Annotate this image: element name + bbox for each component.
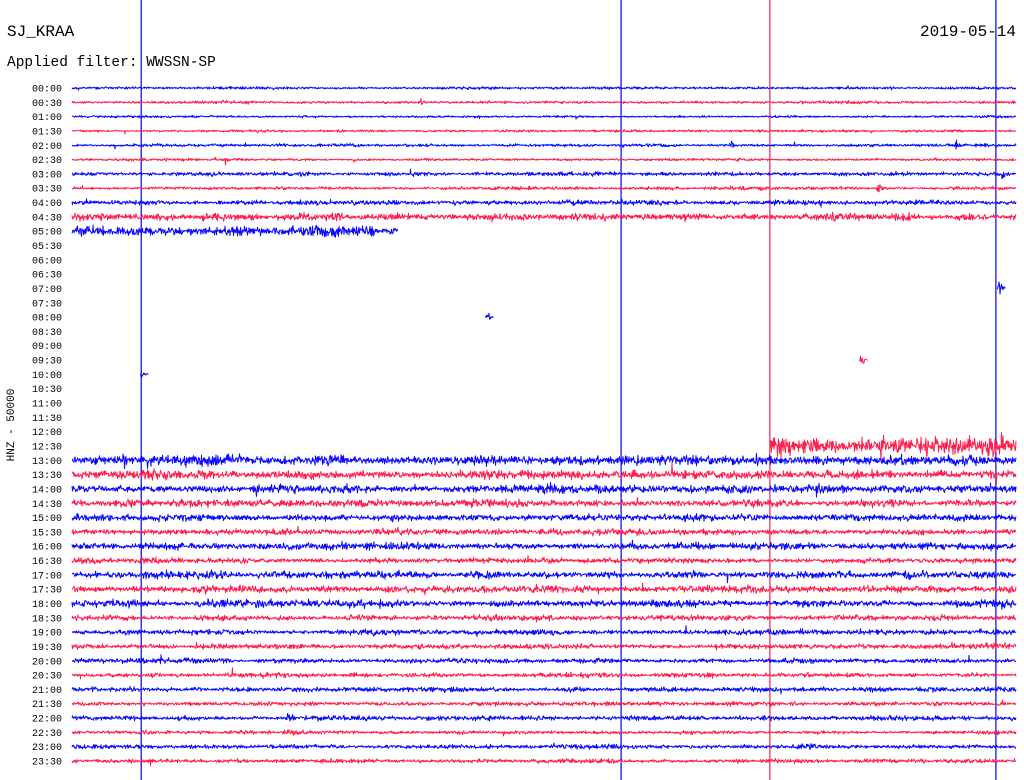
row-label: 16:00	[32, 543, 62, 554]
row-label: 17:00	[32, 571, 62, 582]
row-label: 12:30	[32, 443, 62, 454]
row-label: 12:00	[32, 428, 62, 439]
row-label: 06:00	[32, 256, 62, 267]
trace-19-30	[71, 641, 1017, 651]
trace-02-30	[71, 156, 1017, 166]
trace-04-00	[71, 198, 1017, 208]
trace-01-30	[71, 128, 1017, 135]
trace-20-00	[71, 654, 1017, 665]
trace-21-00	[71, 685, 1017, 695]
row-label: 07:00	[32, 285, 62, 296]
trace-07-00	[996, 281, 1006, 295]
trace-13-30	[71, 462, 1017, 484]
trace-05-00	[71, 224, 399, 238]
helicorder-chart: 00:00 00:30 01:00 01:30 02:00 02:30 03:00 03:30…	[0, 0, 1024, 780]
row-label: 04:00	[32, 199, 62, 210]
row-label: 01:00	[32, 113, 62, 124]
row-label: 23:30	[32, 758, 62, 769]
trace-22-30	[71, 729, 1017, 737]
trace-00-30	[71, 98, 1017, 106]
trace-09-30	[858, 355, 868, 364]
trace-04-30	[71, 211, 1017, 223]
row-label: 21:00	[32, 686, 62, 697]
trace-00-00	[71, 85, 1017, 91]
trace-14-00	[71, 481, 1017, 498]
trace-03-30	[71, 184, 1017, 193]
row-labels: 00:00 00:30 01:00 01:30 02:00 02:30 03:00 03:30…	[32, 85, 62, 769]
row-label: 18:30	[32, 614, 62, 625]
row-label: 03:30	[32, 185, 62, 196]
trace-22-00	[71, 713, 1017, 722]
station-name: SJ_KRAA	[7, 23, 75, 41]
trace-18-00	[71, 598, 1017, 610]
trace-23-30	[71, 757, 1017, 767]
trace-16-00	[71, 539, 1017, 552]
trace-13-00	[71, 452, 1017, 470]
row-label: 07:30	[32, 299, 62, 310]
row-label: 19:30	[32, 643, 62, 654]
trace-21-30	[71, 699, 1017, 708]
row-label: 11:00	[32, 400, 62, 411]
row-label: 02:30	[32, 156, 62, 167]
row-label: 10:00	[32, 371, 62, 382]
row-label: 14:30	[32, 500, 62, 511]
trace-16-30	[71, 555, 1017, 565]
row-label: 02:00	[32, 142, 62, 153]
row-label: 08:30	[32, 328, 62, 339]
row-label: 23:00	[32, 743, 62, 754]
row-label: 20:00	[32, 657, 62, 668]
row-label: 14:00	[32, 485, 62, 496]
trace-15-00	[71, 512, 1017, 523]
row-label: 01:30	[32, 128, 62, 139]
y-axis-label: HNZ - 50000	[6, 389, 18, 462]
row-label: 15:30	[32, 528, 62, 539]
trace-14-30	[71, 497, 1017, 509]
row-label: 13:00	[32, 457, 62, 468]
row-label: 19:00	[32, 629, 62, 640]
row-label: 18:00	[32, 600, 62, 611]
row-label: 00:00	[32, 85, 62, 96]
row-label: 11:30	[32, 414, 62, 425]
row-label: 17:30	[32, 586, 62, 597]
row-label: 21:30	[32, 700, 62, 711]
trace-02-00	[71, 139, 1017, 150]
date-label: 2019-05-14	[920, 23, 1016, 41]
row-label: 08:00	[32, 314, 62, 325]
row-label: 13:30	[32, 471, 62, 482]
filter-label: Applied filter: WWSSN-SP	[7, 55, 216, 71]
row-label: 00:30	[32, 99, 62, 110]
row-label: 04:30	[32, 213, 62, 224]
trace-17-30	[71, 582, 1017, 596]
row-label: 06:30	[32, 271, 62, 282]
trace-15-30	[71, 525, 1017, 537]
trace-20-30	[71, 667, 1017, 680]
trace-03-00	[71, 168, 1016, 180]
row-label: 05:30	[32, 242, 62, 253]
row-label: 15:00	[32, 514, 62, 525]
row-label: 05:00	[32, 228, 62, 239]
trace-10-00	[139, 372, 149, 378]
trace-18-30	[71, 613, 1017, 623]
row-label: 03:00	[32, 170, 62, 181]
trace-23-00	[71, 742, 1017, 750]
row-label: 22:00	[32, 715, 62, 726]
row-label: 10:30	[32, 385, 62, 396]
row-label: 09:00	[32, 342, 62, 353]
trace-17-00	[71, 569, 1017, 584]
trace-08-00	[484, 312, 494, 320]
row-label: 22:30	[32, 729, 62, 740]
row-label: 09:30	[32, 357, 62, 368]
row-label: 16:30	[32, 557, 62, 568]
row-label: 20:30	[32, 672, 62, 683]
trace-lines	[71, 85, 1017, 767]
trace-12-30	[770, 431, 1017, 463]
trace-01-00	[71, 114, 1017, 120]
trace-19-00	[71, 625, 1017, 637]
